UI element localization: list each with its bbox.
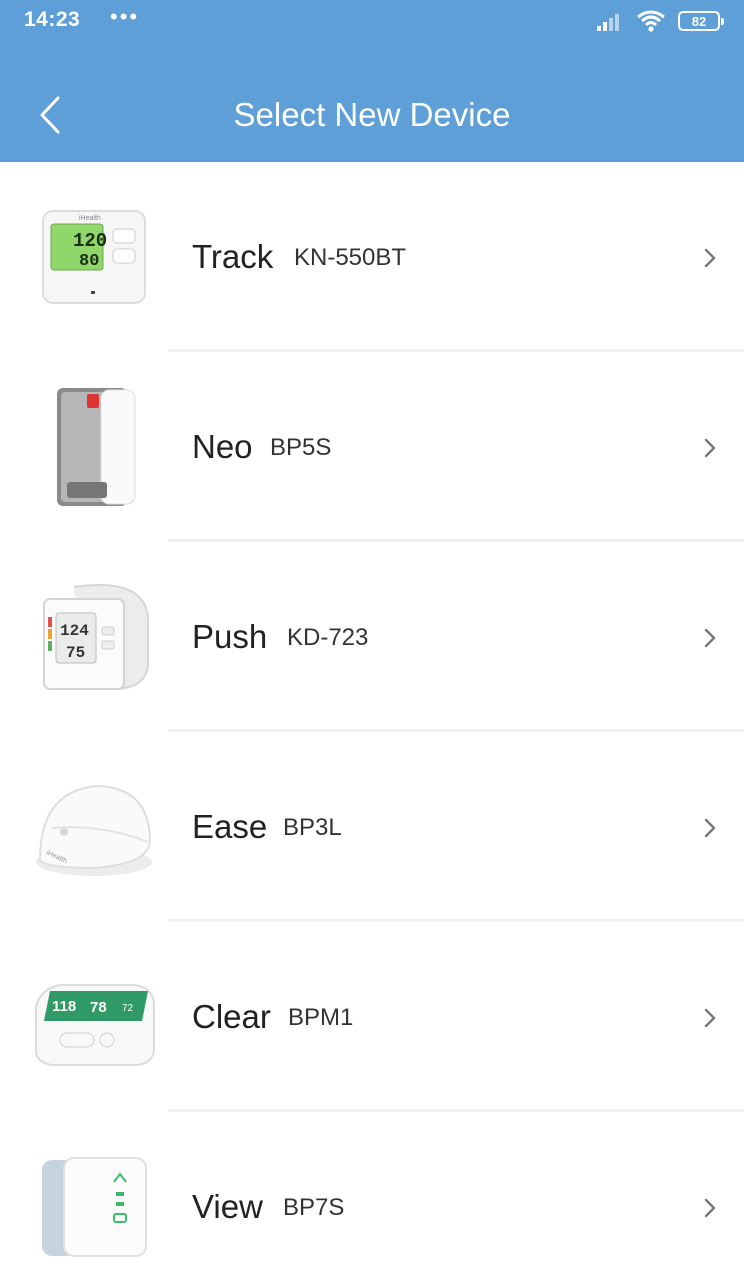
device-image-clear: 118 78 72	[30, 962, 158, 1072]
device-item-neo[interactable]: Neo BP5S	[0, 352, 744, 542]
device-name: Neo	[192, 428, 253, 465]
status-time: 14:23	[24, 8, 81, 31]
lcd-systolic: 120	[73, 230, 107, 252]
status-icons: 82	[596, 8, 724, 34]
chevron-right-icon	[704, 628, 716, 648]
device-model: BPM1	[288, 1004, 354, 1031]
battery-icon: 82	[678, 11, 724, 31]
device-model: BP5S	[270, 434, 332, 461]
device-name: Ease	[192, 808, 268, 845]
lcd-diastolic: 75	[66, 644, 85, 662]
lcd-pulse: 72	[122, 1003, 134, 1014]
device-brand: iHealth	[79, 215, 101, 222]
device-name: Clear	[192, 998, 271, 1035]
lcd-systolic: 124	[60, 622, 89, 640]
chevron-right-icon	[704, 1008, 716, 1028]
device-item-ease[interactable]: iHealth Ease BP3L	[0, 732, 744, 922]
device-list: iHealth 120 80 Track KN-550BT Neo BP5S 1…	[0, 162, 744, 1284]
signal-icon	[597, 14, 619, 31]
battery-level: 82	[691, 13, 707, 29]
page-title: Select New Device	[233, 96, 511, 133]
device-item-track[interactable]: iHealth 120 80 Track KN-550BT	[0, 162, 744, 352]
lcd-diastolic: 80	[79, 252, 99, 271]
device-image-push: 124 75	[30, 582, 158, 692]
notification-dots: •••	[110, 4, 140, 29]
device-item-view[interactable]: View BP7S	[0, 1112, 744, 1284]
device-name: Track	[192, 238, 274, 275]
device-image-ease: iHealth	[30, 772, 158, 882]
device-model: BP3L	[283, 814, 342, 841]
wifi-icon	[637, 10, 665, 32]
device-model: KN-550BT	[294, 244, 407, 271]
device-model: KD-723	[287, 624, 369, 651]
chevron-right-icon	[704, 438, 716, 458]
device-name: Push	[192, 618, 268, 655]
device-image-track: iHealth 120 80	[30, 202, 158, 312]
status-bar: 14:23 ••• 82	[0, 0, 744, 44]
device-image-view	[30, 1152, 158, 1262]
device-image-neo	[30, 388, 158, 506]
device-name: View	[192, 1188, 263, 1225]
lcd-diastolic: 78	[90, 999, 107, 1016]
lcd-systolic: 118	[52, 998, 76, 1015]
chevron-right-icon	[704, 1198, 716, 1218]
app-header: 14:23 ••• 82 Select New Device	[0, 0, 744, 162]
chevron-right-icon	[704, 818, 716, 838]
device-model: BP7S	[283, 1194, 345, 1221]
device-item-push[interactable]: 124 75 Push KD-723	[0, 542, 744, 732]
device-item-clear[interactable]: 118 78 72 Clear BPM1	[0, 922, 744, 1112]
chevron-right-icon	[704, 248, 716, 268]
